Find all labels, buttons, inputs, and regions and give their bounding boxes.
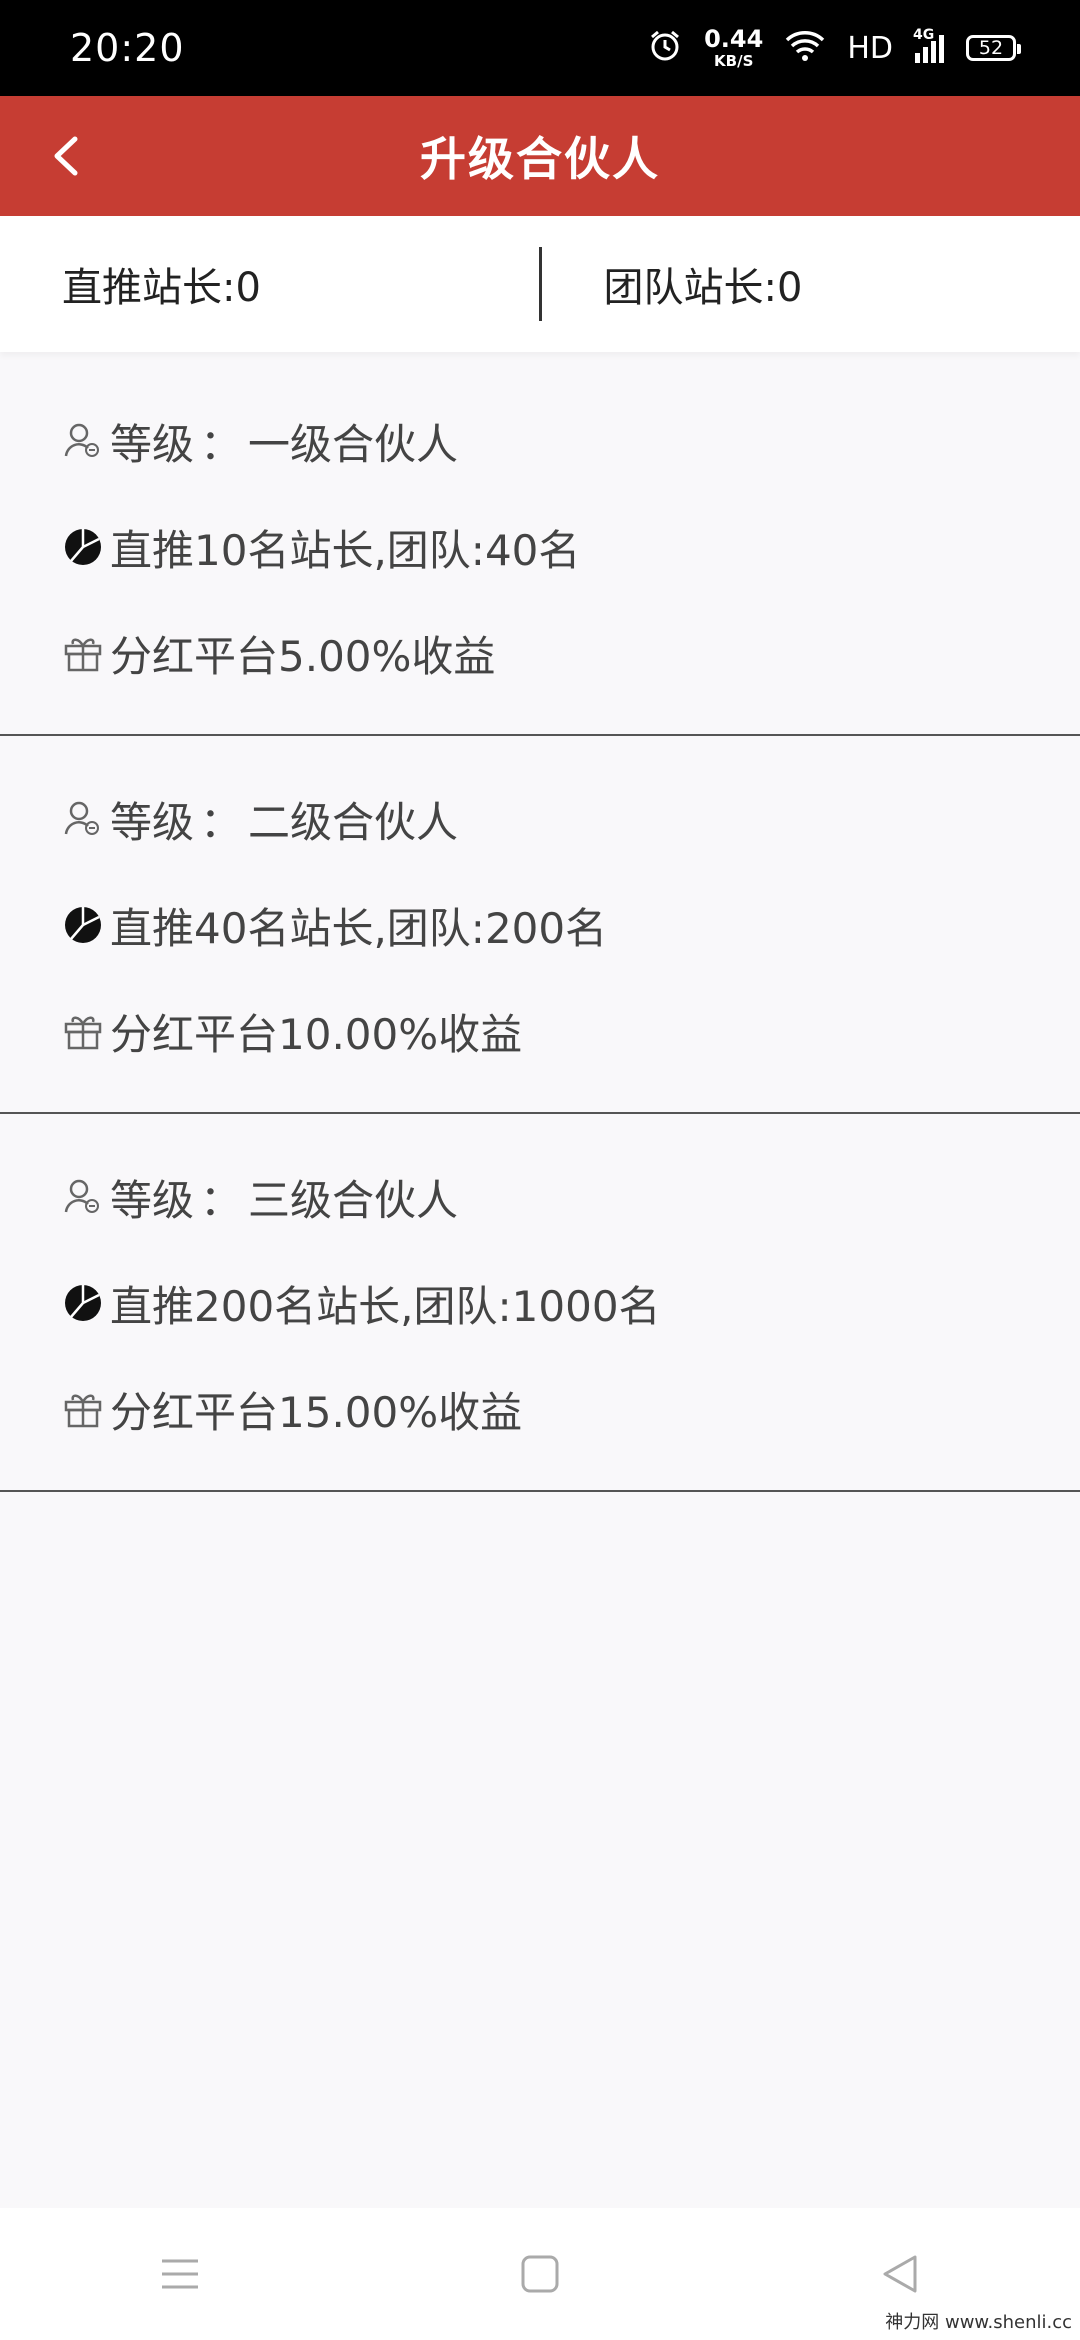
requirement-row: 直推40名站长,团队:200名 — [62, 872, 1080, 978]
status-bar: 20:20 0.44 KB/S HD 4G 52 — [0, 0, 1080, 96]
level-value: 二级合伙人 — [248, 797, 459, 847]
pie-chart-icon — [62, 1282, 104, 1324]
benefit-row: 分红平台5.00%收益 — [62, 600, 1080, 706]
requirement-text: 直推200名站长,团队:1000名 — [110, 1281, 661, 1331]
user-icon — [62, 420, 104, 462]
net-speed: 0.44 KB/S — [704, 25, 764, 70]
level-label: 等级 — [110, 797, 195, 847]
benefit-text: 分红平台5.00%收益 — [110, 631, 496, 681]
gift-icon — [62, 1010, 104, 1052]
benefit-row: 分红平台10.00%收益 — [62, 978, 1080, 1084]
home-button[interactable] — [500, 2234, 580, 2314]
hd-label: HD — [847, 30, 893, 66]
square-icon — [521, 2255, 559, 2293]
level-colon: ： — [200, 1175, 243, 1225]
cell-signal-icon: 4G — [913, 27, 944, 63]
app-header: 升级合伙人 — [0, 96, 1080, 216]
level-colon: ： — [200, 419, 243, 469]
stats-bar: 直推站长:0 团队站长:0 — [0, 216, 1080, 352]
level-colon: ： — [200, 797, 243, 847]
battery-indicator: 52 — [966, 35, 1021, 61]
page-title: 升级合伙人 — [420, 132, 660, 186]
level-row: 等级 ： 二级合伙人 — [62, 766, 1080, 872]
watermark: 神力网 www.shenli.cc — [885, 2312, 1072, 2333]
requirement-text: 直推10名站长,团队:40名 — [110, 525, 581, 575]
level-row: 等级 ： 三级合伙人 — [62, 1144, 1080, 1250]
user-icon — [62, 1176, 104, 1218]
level-card: 等级 ： 三级合伙人 直推200名站长,团队:1000名 分红平台15.00%收… — [0, 1114, 1080, 1492]
alarm-icon — [648, 29, 682, 67]
menu-button[interactable] — [140, 2234, 220, 2314]
pie-chart-icon — [62, 526, 104, 568]
back-nav-button[interactable] — [860, 2234, 940, 2314]
gift-icon — [62, 632, 104, 674]
level-value: 一级合伙人 — [248, 419, 459, 469]
level-card: 等级 ： 一级合伙人 直推10名站长,团队:40名 分红平台5.00%收益 — [0, 358, 1080, 736]
wifi-icon — [785, 30, 825, 66]
benefit-text: 分红平台15.00%收益 — [110, 1387, 523, 1437]
triangle-back-icon — [883, 2255, 917, 2293]
status-time: 20:20 — [70, 26, 185, 70]
gift-icon — [62, 1388, 104, 1430]
chevron-left-icon — [54, 136, 78, 176]
level-row: 等级 ： 一级合伙人 — [62, 388, 1080, 494]
benefit-text: 分红平台10.00%收益 — [110, 1009, 523, 1059]
level-label: 等级 — [110, 1175, 195, 1225]
pie-chart-icon — [62, 904, 104, 946]
requirement-row: 直推200名站长,团队:1000名 — [62, 1250, 1080, 1356]
level-card: 等级 ： 二级合伙人 直推40名站长,团队:200名 分红平台10.00%收益 — [0, 736, 1080, 1114]
level-value: 三级合伙人 — [248, 1175, 459, 1225]
user-icon — [62, 798, 104, 840]
level-label: 等级 — [110, 419, 195, 469]
requirement-text: 直推40名站长,团队:200名 — [110, 903, 608, 953]
requirement-row: 直推10名站长,团队:40名 — [62, 494, 1080, 600]
back-button[interactable] — [36, 126, 96, 186]
status-icons: 0.44 KB/S HD 4G 52 — [648, 25, 1021, 70]
level-list: 等级 ： 一级合伙人 直推10名站长,团队:40名 分红平台5.00%收益 等级… — [0, 358, 1080, 1492]
team-station-count: 团队站长:0 — [603, 265, 803, 311]
direct-station-count: 直推站长:0 — [62, 265, 261, 311]
benefit-row: 分红平台15.00%收益 — [62, 1356, 1080, 1462]
menu-icon — [162, 2259, 198, 2289]
